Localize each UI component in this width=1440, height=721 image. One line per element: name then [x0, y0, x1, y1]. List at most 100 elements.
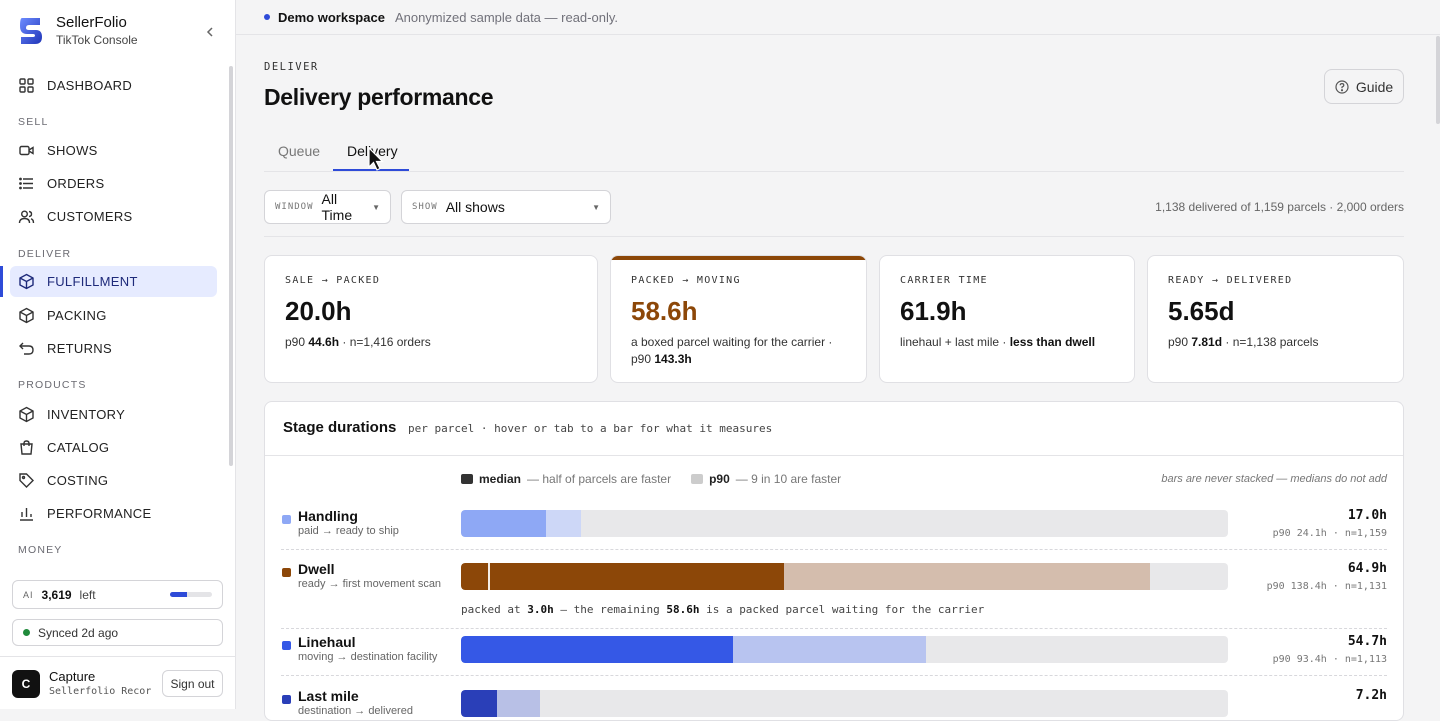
dwell-note-text: — the remaining	[553, 603, 667, 616]
sidebar-item-packing[interactable]: PACKING	[10, 300, 217, 331]
user-subtitle: Sellerfolio Recor…	[49, 686, 151, 697]
stage-description: moving → destination facility	[298, 651, 438, 663]
workspace-banner: Demo workspace Anonymized sample data — …	[236, 0, 1440, 35]
stage-separator	[281, 675, 1387, 676]
dwell-note: packed at 3.0h — the remaining 58.6h is …	[461, 603, 984, 616]
stage-median-value: 7.2h	[1355, 688, 1387, 703]
page-scrollbar[interactable]	[1436, 36, 1440, 124]
sidebar-item-costing[interactable]: COSTING	[10, 465, 217, 496]
show-filter-value: All shows	[445, 199, 505, 215]
kpi-value: 20.0h	[285, 296, 352, 326]
kpi-value: 5.65d	[1168, 296, 1235, 326]
window-filter-tag: WINDOW	[275, 202, 314, 212]
workspace-dot	[264, 14, 270, 20]
workspace-name: Demo workspace	[278, 9, 385, 25]
sidebar-item-catalog[interactable]: CATALOG	[10, 432, 217, 463]
panel-title: Stage durations	[283, 419, 397, 436]
active-indicator	[0, 266, 3, 297]
list-icon	[19, 177, 33, 190]
sidebar-item-fulfillment[interactable]: FULFILLMENT	[10, 266, 217, 297]
sign-out-button[interactable]: Sign out	[162, 670, 223, 697]
kpi-note-text: · n=1,138 parcels	[1222, 335, 1319, 349]
sidebar-item-label: ORDERS	[47, 176, 105, 191]
legend-median-label: median	[479, 472, 522, 486]
stage-median-value: 64.9h	[1347, 561, 1387, 576]
packed-marker	[488, 563, 490, 590]
kpi-label: CARRIER TIME	[900, 275, 988, 286]
stage-median-bar	[461, 563, 784, 590]
box-icon	[19, 273, 34, 290]
stage-color-swatch	[282, 695, 291, 704]
kpi-card-carrier-time: CARRIER TIME 61.9h linehaul + last mile …	[879, 255, 1135, 383]
stage-bar-track[interactable]	[461, 690, 1228, 717]
delivery-summary: 1,138 delivered of 1,159 parcels · 2,000…	[1155, 200, 1404, 214]
bar-chart-icon	[20, 508, 33, 521]
kpi-note: linehaul + last mile · less than dwell	[900, 334, 1118, 351]
sidebar-item-dashboard[interactable]: DASHBOARD	[10, 70, 217, 101]
brand[interactable]: SellerFolio TikTok Console	[18, 14, 138, 48]
kpi-note: p90 44.6h · n=1,416 orders	[285, 334, 581, 351]
legend-note: bars are never stacked — medians do not …	[1161, 473, 1387, 485]
sidebar-item-returns[interactable]: RETURNS	[10, 333, 217, 364]
stage-bar-track[interactable]	[461, 563, 1228, 590]
stage-color-swatch	[282, 568, 291, 577]
user-name: Capture	[49, 669, 96, 684]
stage-bar-track[interactable]	[461, 510, 1228, 537]
ai-credits-bar	[170, 592, 212, 597]
sync-status[interactable]: Synced 2d ago	[12, 619, 223, 646]
sidebar-item-customers[interactable]: CUSTOMERS	[10, 201, 217, 232]
stage-meta: p90 138.4h · n=1,131	[1266, 581, 1387, 592]
tag-icon	[19, 473, 34, 488]
window-filter[interactable]: WINDOW All Time ▼	[264, 190, 391, 224]
stage-separator	[281, 549, 1387, 550]
stage-bar-track[interactable]	[461, 636, 1228, 663]
section-divider	[264, 236, 1404, 237]
kpi-label: PACKED → MOVING	[631, 275, 741, 286]
legend: median — half of parcels are faster p90 …	[461, 472, 841, 486]
sidebar-item-label: CUSTOMERS	[47, 209, 133, 224]
ai-credits-value: 3,619	[41, 587, 72, 602]
legend-p90-label: p90	[709, 472, 730, 486]
guide-button[interactable]: Guide	[1324, 69, 1404, 104]
dwell-note-bold: 3.0h	[527, 603, 554, 616]
stage-name: Last mile	[298, 688, 359, 704]
tab-queue[interactable]: Queue	[278, 143, 320, 159]
brand-name: SellerFolio	[56, 14, 127, 31]
show-filter-tag: SHOW	[412, 202, 438, 212]
stage-name: Dwell	[298, 561, 335, 577]
stage-durations-panel: Stage durations per parcel · hover or ta…	[264, 401, 1404, 721]
sidebar-item-performance[interactable]: PERFORMANCE	[10, 498, 217, 529]
kpi-note-bold: 143.3h	[654, 352, 692, 366]
tabs-divider	[264, 171, 1404, 172]
caret-down-icon: ▼	[592, 202, 600, 212]
stage-median-value: 17.0h	[1347, 508, 1387, 523]
stage-color-swatch	[282, 515, 291, 524]
stage-description: destination → delivered	[298, 705, 413, 717]
sidebar: SellerFolio TikTok Console DASHBOARD SEL…	[0, 0, 236, 709]
sidebar-item-label: DASHBOARD	[47, 78, 133, 93]
workspace-note: Anonymized sample data — read-only.	[394, 9, 618, 25]
sidebar-scrollbar[interactable]	[229, 66, 233, 466]
kpi-card-packed-moving: PACKED → MOVING 58.6h a boxed parcel wai…	[610, 255, 867, 383]
ai-credits[interactable]: AI 3,619 left	[12, 580, 223, 609]
kpi-card-sale-packed: SALE → PACKED 20.0h p90 44.6h · n=1,416 …	[264, 255, 598, 383]
status-dot	[23, 629, 30, 636]
stage-median-bar	[461, 690, 497, 717]
stage-median-bar	[461, 510, 546, 537]
sidebar-item-label: CATALOG	[47, 440, 110, 455]
dwell-note-bold: 58.6h	[666, 603, 700, 616]
kpi-value: 58.6h	[631, 296, 698, 326]
stage-median-bar	[461, 636, 733, 663]
avatar[interactable]: C	[12, 670, 40, 698]
kpi-label: READY → DELIVERED	[1168, 275, 1293, 286]
sidebar-item-label: RETURNS	[47, 341, 112, 356]
kpi-note-bold: 7.81d	[1191, 335, 1223, 349]
sidebar-item-orders[interactable]: ORDERS	[10, 168, 217, 199]
stage-separator	[281, 628, 1387, 629]
show-filter[interactable]: SHOW All shows ▼	[401, 190, 611, 224]
sidebar-item-shows[interactable]: SHOWS	[10, 135, 217, 166]
stage-meta: p90 93.4h · n=1,113	[1272, 654, 1387, 665]
sidebar-item-label: COSTING	[47, 473, 109, 488]
chevron-left-icon[interactable]	[203, 24, 217, 40]
sidebar-item-inventory[interactable]: INVENTORY	[10, 399, 217, 430]
